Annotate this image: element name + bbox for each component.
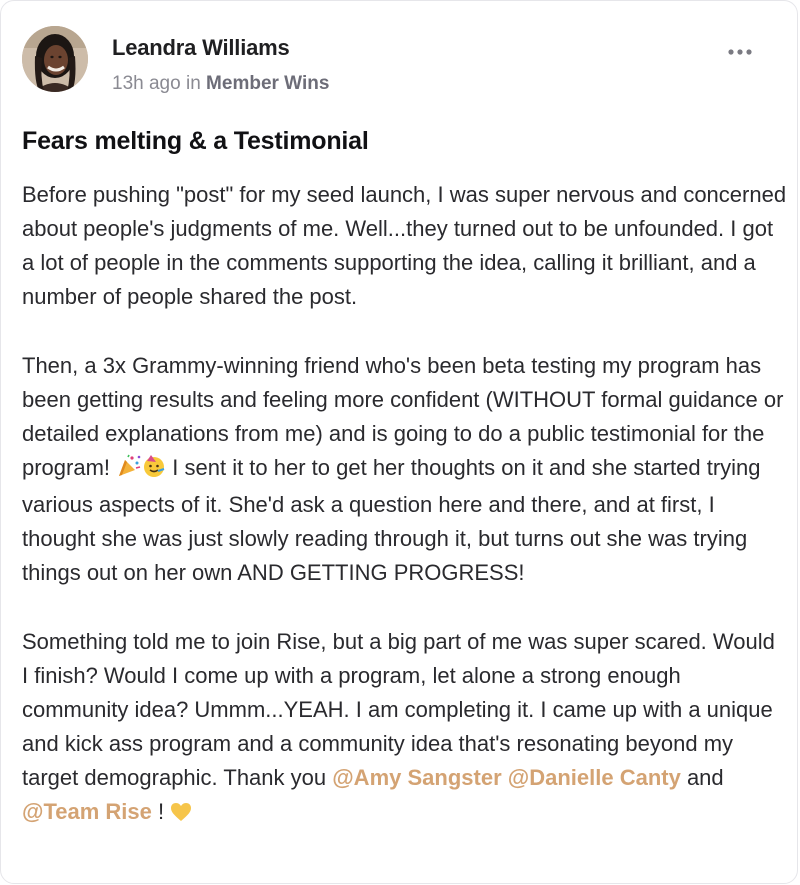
meta-in-label: in <box>185 73 201 94</box>
mention-danielle-canty[interactable]: @Danielle Canty <box>508 765 681 790</box>
closing-text: ! <box>151 799 171 824</box>
and-text: and <box>680 765 724 790</box>
yellow-heart-icon <box>170 798 192 832</box>
post-meta: 13h ago in Member Wins <box>112 73 329 95</box>
mention-team-rise[interactable]: @Team Rise <box>22 799 152 824</box>
more-dots-icon <box>728 49 752 55</box>
more-options-button[interactable] <box>720 37 760 67</box>
avatar-photo <box>22 26 88 92</box>
paragraph-3: Something told me to join Rise, but a bi… <box>22 625 787 832</box>
post-card: Leandra Williams 13h ago in Member Wins … <box>0 0 798 884</box>
paragraph-1: Before pushing "post" for my seed launch… <box>22 182 787 309</box>
paragraph-2: Then, a 3x Grammy-winning friend who's b… <box>22 349 787 590</box>
mention-amy-sangster[interactable]: @Amy Sangster <box>332 765 501 790</box>
avatar[interactable] <box>22 26 88 92</box>
space-link[interactable]: Member Wins <box>206 73 329 94</box>
author-name[interactable]: Leandra Williams <box>112 35 290 61</box>
timestamp: 13h ago <box>112 73 181 94</box>
post-title: Fears melting & a Testimonial <box>22 127 369 155</box>
post-body: Before pushing "post" for my seed launch… <box>22 178 787 867</box>
partying-face-icon <box>142 454 166 488</box>
party-popper-icon <box>116 454 142 488</box>
